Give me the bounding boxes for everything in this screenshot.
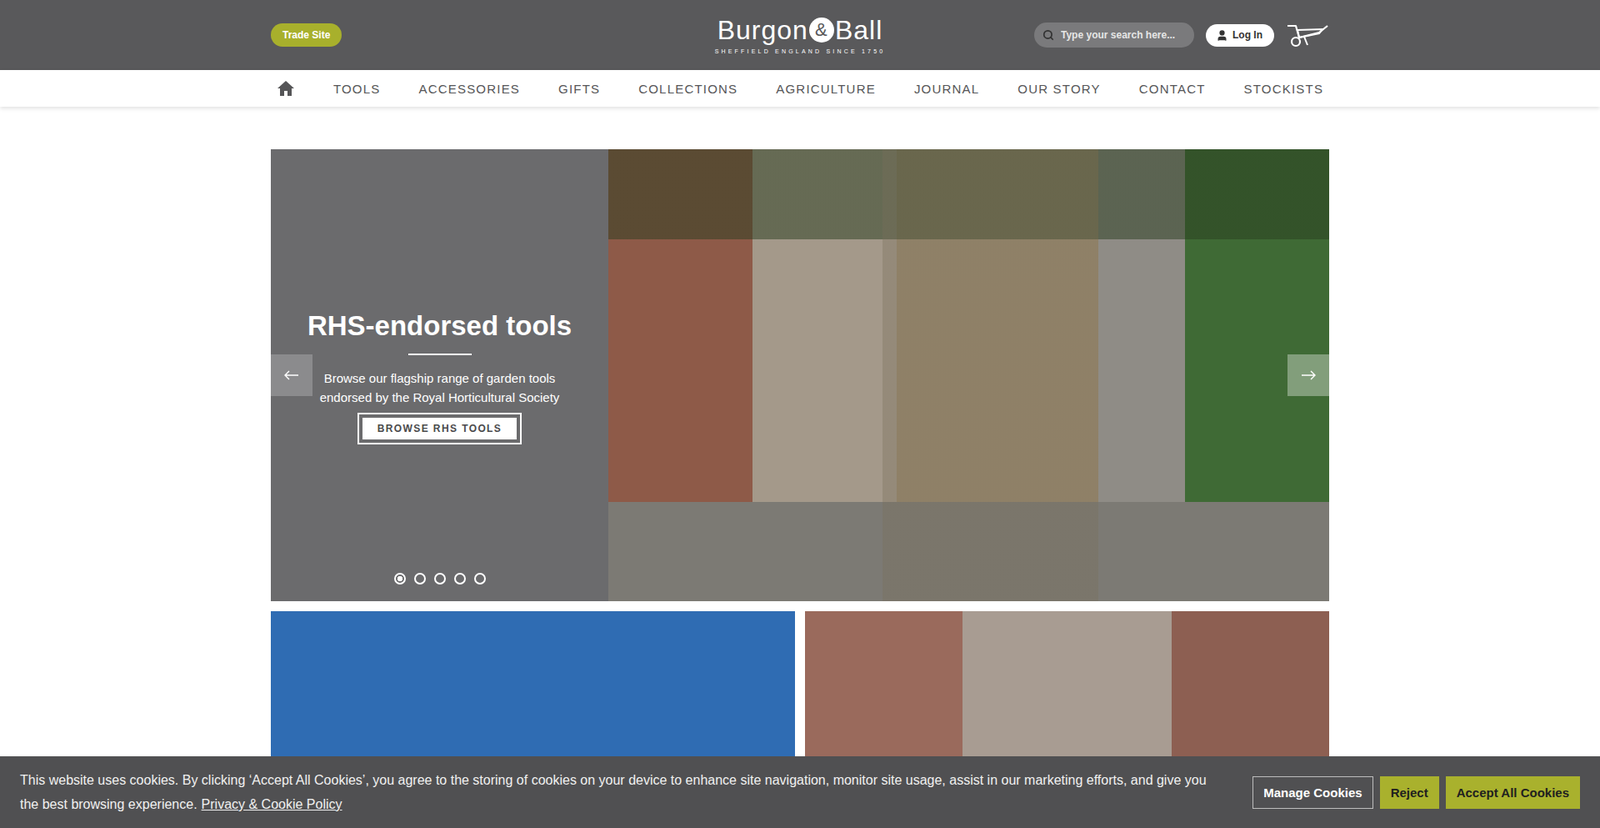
slide-dot[interactable] (394, 572, 406, 585)
cookie-button[interactable]: Reject (1380, 775, 1440, 809)
nav-item[interactable]: ACCESSORIES (418, 81, 520, 96)
hero-slider: RHS-endorsed tools Browse our flagship ra… (270, 149, 1330, 601)
nav-item[interactable]: AGRICULTURE (775, 81, 876, 96)
hero-text: Browse our flagship range of garden tool… (306, 368, 574, 407)
nav-item[interactable]: GIFTS (558, 81, 600, 96)
search-input[interactable] (1059, 28, 1186, 42)
trade-site-button[interactable]: Trade Site (270, 23, 342, 47)
privacy-link[interactable]: Privacy & Cookie Policy (201, 796, 343, 811)
cookie-button[interactable]: Accept All Cookies (1445, 775, 1580, 809)
main-nav: TOOLS ACCESSORIES GIFTS COLLECTIONS AGRICULT… (0, 70, 1600, 107)
nav-item[interactable]: COLLECTIONS (638, 81, 738, 96)
slide-dots (394, 572, 486, 585)
logo[interactable]: Burgon&BallSHEFFIELD ENGLAND SINCE 1750 (715, 16, 886, 55)
wheelbarrow-icon[interactable] (1285, 22, 1330, 48)
arrow-left-icon (284, 370, 300, 380)
nav-item[interactable]: STOCKISTS (1244, 81, 1325, 96)
prev-slide-button[interactable] (270, 354, 313, 396)
next-slide-button[interactable] (1287, 354, 1330, 396)
hero-title: RHS-endorsed tools (307, 310, 572, 342)
login-button[interactable]: Log In (1205, 24, 1275, 47)
arrow-right-icon (1300, 370, 1316, 380)
slide-dot[interactable] (414, 572, 426, 585)
slide-dot[interactable] (434, 572, 446, 585)
nav-item[interactable]: OUR STORY (1017, 81, 1100, 96)
nav-item[interactable]: JOURNAL (914, 81, 980, 96)
cookie-banner: This website uses cookies. By clicking ‘… (0, 755, 1600, 828)
home-icon[interactable] (276, 80, 295, 97)
site-header: Trade Site Burgon&BallSHEFFIELD ENGLAND S… (0, 0, 1600, 70)
slide-dot[interactable] (454, 572, 466, 585)
user-icon (1215, 29, 1229, 42)
nav-item[interactable]: CONTACT (1139, 81, 1206, 96)
hero-image (608, 149, 1330, 601)
hero-panel: RHS-endorsed tools Browse our flagship ra… (270, 149, 609, 601)
slide-dot[interactable] (474, 572, 486, 585)
logo-tagline: SHEFFIELD ENGLAND SINCE 1750 (715, 48, 886, 55)
hero-divider (408, 353, 472, 355)
cookie-text: This website uses cookies. By clicking ‘… (20, 767, 1220, 816)
search-icon (1042, 29, 1055, 41)
nav-item[interactable]: TOOLS (333, 81, 381, 96)
hero-button[interactable]: BROWSE RHS TOOLS (361, 416, 519, 440)
cookie-button[interactable]: Manage Cookies (1252, 775, 1373, 809)
search-box[interactable] (1034, 22, 1195, 48)
